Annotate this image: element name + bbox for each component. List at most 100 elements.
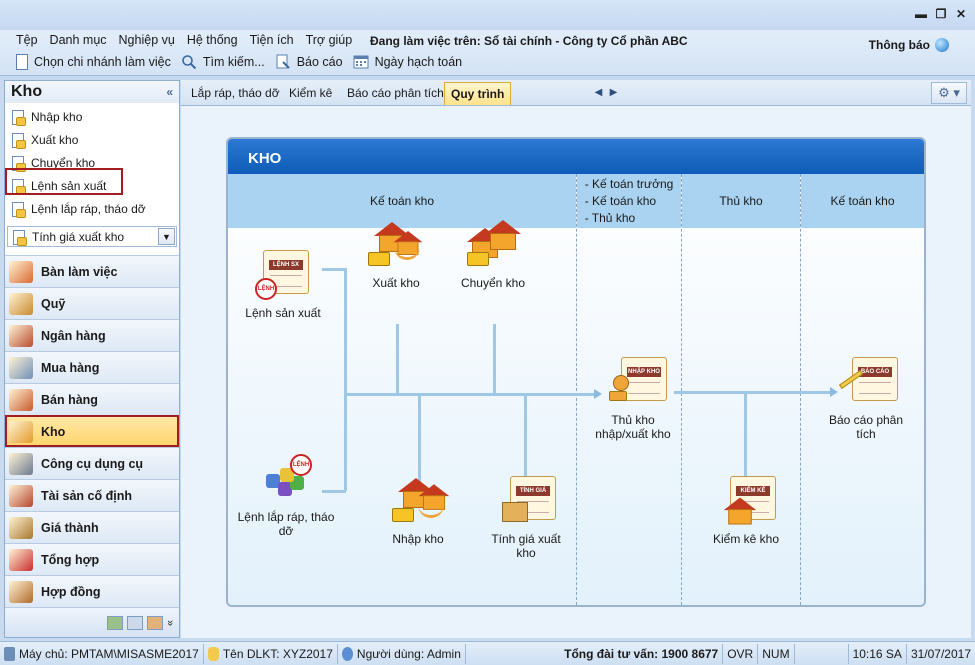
- restore-button[interactable]: ❐: [933, 6, 949, 22]
- module-label: Mua hàng: [41, 360, 100, 375]
- fixed-asset-small-icon[interactable]: [106, 615, 123, 630]
- connector-line: [674, 391, 834, 394]
- module-tools[interactable]: Công cụ dụng cụ: [5, 447, 179, 479]
- posting-date-button[interactable]: Ngày hạch toán: [353, 54, 462, 70]
- tab-kiem-ke[interactable]: Kiểm kê: [283, 82, 338, 105]
- module-label: Công cụ dụng cụ: [41, 456, 144, 471]
- module-bank[interactable]: Ngân hàng: [5, 319, 179, 351]
- sidebar-item-xuat-kho[interactable]: Xuất kho: [5, 128, 179, 151]
- icon-caption: LỆNH SX: [269, 260, 303, 270]
- tab-bar: Lắp ráp, tháo dỡ Kiểm kê Báo cáo phân tí…: [181, 80, 971, 106]
- warehouse-icon: [9, 420, 33, 443]
- node-tinh-gia[interactable]: TÍNH GIÁ Tính giá xuất kho: [480, 476, 572, 560]
- connector-line: [744, 393, 747, 483]
- tab-lap-rap[interactable]: Lắp ráp, tháo dỡ: [185, 82, 286, 105]
- notification-button[interactable]: Thông báo: [869, 38, 949, 52]
- collapse-icon[interactable]: «: [166, 85, 173, 99]
- node-lenh-lap-rap[interactable]: LỆNH Lệnh lắp ráp, tháo dỡ: [234, 454, 338, 538]
- document-icon: [16, 54, 28, 70]
- globe-icon: [935, 38, 949, 52]
- status-database: Tên DLKT: XYZ2017: [204, 643, 338, 664]
- calendar-icon: [353, 54, 369, 70]
- node-thu-kho[interactable]: NHẬP KHO Thủ kho nhập/xuất kho: [584, 357, 682, 441]
- module-purchase[interactable]: Mua hàng: [5, 351, 179, 383]
- module-label: Giá thành: [41, 520, 99, 535]
- contract-small-icon[interactable]: [146, 615, 163, 630]
- node-chuyen-kho[interactable]: Chuyển kho: [450, 220, 536, 290]
- module-general[interactable]: Tổng hợp: [5, 543, 179, 575]
- costing-combo[interactable]: Tính giá xuất kho ▼: [7, 226, 177, 247]
- search-icon: [181, 54, 197, 70]
- minimize-button[interactable]: ▬: [913, 6, 929, 22]
- module-cash[interactable]: Quỹ: [5, 287, 179, 319]
- tab-bao-cao-phan-tich[interactable]: Báo cáo phân tích: [341, 82, 450, 105]
- column-label: Kế toán kho: [369, 194, 435, 208]
- role-label: - Kế toán kho: [584, 193, 657, 208]
- sidebar: Kho « Nhập kho Xuất kho Chuyển kho Lệnh …: [4, 80, 180, 638]
- sidebar-header: Kho «: [5, 81, 179, 103]
- column-divider: [576, 174, 577, 605]
- search-button[interactable]: Tìm kiếm...: [181, 54, 265, 70]
- status-num: NUM: [758, 643, 795, 664]
- menu-file[interactable]: Tệp: [16, 33, 38, 47]
- cash-icon: [9, 292, 33, 315]
- more-icon[interactable]: »: [164, 619, 176, 625]
- chevron-down-icon[interactable]: ▼: [158, 228, 175, 245]
- menu-system[interactable]: Hệ thống: [187, 33, 238, 47]
- title-bar: ▬ ❐ ✕: [0, 0, 975, 30]
- sidebar-item-lenh-lap-rap[interactable]: Lệnh lắp ráp, tháo dỡ: [5, 197, 179, 220]
- stamp-icon: LỆNH: [290, 454, 312, 476]
- sidebar-title: Kho: [11, 83, 43, 100]
- flow-panel: KHO Kế toán kho - Kế toán trưởng - Kế to…: [226, 137, 926, 607]
- tab-next-icon[interactable]: ▶: [606, 85, 621, 100]
- costing-combo-label: Tính giá xuất kho: [32, 229, 125, 244]
- connector-line: [493, 324, 496, 394]
- node-label: Lệnh sản xuất: [245, 306, 321, 320]
- sidebar-item-label: Nhập kho: [31, 109, 83, 124]
- module-contract[interactable]: Hợp đồng: [5, 575, 179, 607]
- module-desk[interactable]: Bàn làm việc: [5, 255, 179, 287]
- node-kiem-ke[interactable]: KIỂM KÊ Kiểm kê kho: [706, 476, 786, 546]
- status-hotline: Tổng đài tư vấn: 1900 8677: [466, 643, 724, 664]
- status-text: Người dùng: Admin: [356, 646, 461, 661]
- report-button[interactable]: Báo cáo: [275, 54, 343, 70]
- storekeeper-icon: NHẬP KHO: [603, 357, 667, 409]
- branch-label: Chọn chi nhánh làm việc: [34, 55, 171, 69]
- tab-prev-icon[interactable]: ◀: [591, 85, 606, 100]
- icon-caption: BÁO CÁO: [858, 367, 892, 377]
- node-lenh-san-xuat[interactable]: LỆNH SX LỆNH Lệnh sản xuất: [240, 250, 326, 320]
- module-costing[interactable]: Giá thành: [5, 511, 179, 543]
- tab-quy-trinh[interactable]: Quy trình: [444, 82, 512, 105]
- module-label: Quỹ: [41, 296, 66, 311]
- document-icon: [11, 201, 26, 218]
- branch-button[interactable]: Chọn chi nhánh làm việc: [16, 54, 171, 70]
- close-button[interactable]: ✕: [953, 6, 969, 22]
- node-bao-cao[interactable]: BÁO CÁO Báo cáo phân tích: [818, 357, 914, 441]
- settings-gear-button[interactable]: ⚙ ▾: [931, 82, 967, 104]
- notification-label: Thông báo: [868, 38, 930, 52]
- selection-highlight: [5, 168, 123, 195]
- connector-line: [524, 394, 527, 484]
- document-small-icon[interactable]: [126, 615, 143, 630]
- sidebar-item-nhap-kho[interactable]: Nhập kho: [5, 105, 179, 128]
- node-xuat-kho[interactable]: Xuất kho: [358, 220, 434, 290]
- menu-operations[interactable]: Nghiệp vụ: [119, 33, 175, 47]
- column-header-roles: - Kế toán trưởng - Kế toán kho - Thủ kho: [577, 174, 681, 228]
- node-label: Kiểm kê kho: [712, 532, 780, 546]
- module-label: Bàn làm việc: [41, 264, 118, 279]
- ledger-icon: [9, 548, 33, 571]
- module-sales[interactable]: Bán hàng: [5, 383, 179, 415]
- document-icon: [12, 229, 27, 246]
- node-nhap-kho[interactable]: Nhập kho: [380, 476, 456, 546]
- module-warehouse[interactable]: Kho: [5, 415, 179, 447]
- menu-categories[interactable]: Danh mục: [50, 33, 107, 47]
- database-icon: [207, 646, 219, 661]
- module-label: Bán hàng: [41, 392, 98, 407]
- module-fixed-assets[interactable]: Tài sản cố định: [5, 479, 179, 511]
- contract-icon: [9, 580, 33, 603]
- status-text: Tên DLKT: XYZ2017: [222, 646, 333, 661]
- menu-help[interactable]: Trợ giúp: [306, 33, 353, 47]
- node-label: Tính giá xuất kho: [491, 532, 561, 560]
- asset-icon: [9, 484, 33, 507]
- menu-utilities[interactable]: Tiện ích: [250, 33, 294, 47]
